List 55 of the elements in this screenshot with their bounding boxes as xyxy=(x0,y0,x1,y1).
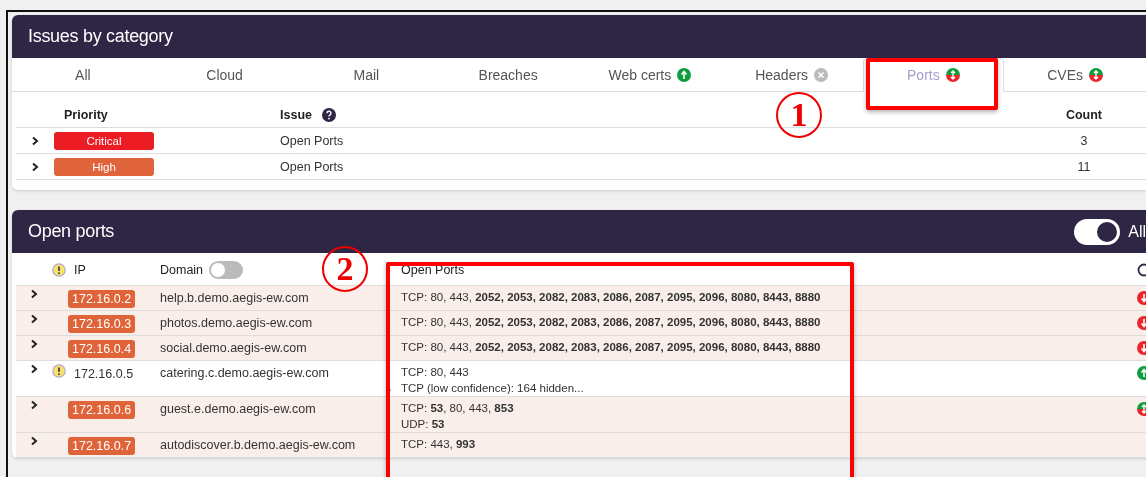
table-cell-text: photos.demo.aegis-ew.com xyxy=(159,315,314,330)
table-cell: 3 xyxy=(1080,133,1088,148)
warning-icon xyxy=(52,364,66,378)
table-cell-text: Open Ports xyxy=(280,159,345,174)
column-header: Priority xyxy=(64,107,109,122)
port-list: UDP: 53 xyxy=(401,418,1122,430)
column-header: Issue xyxy=(280,107,312,122)
port-list: TCP: 80, 443, 2052, 2053, 2082, 2083, 2086, 2087, 2095, 2096, 8080, 8443, 8880 xyxy=(401,339,1122,353)
port-list: TCP (low confidence): 164 hidden... xyxy=(401,382,1122,394)
ip-badge: 172.16.0.6 xyxy=(68,401,136,419)
priority-badge: Critical xyxy=(54,132,154,150)
panel-title: Issues by category xyxy=(28,26,174,47)
toggle-label: All xyxy=(1128,222,1146,241)
port-list: TCP: 53, 80, 443, 853 xyxy=(401,400,1122,414)
table-row[interactable]: 172.16.0.2 help.b.demo.aegis-ew.com TCP: 80, 443, 2052, 2053, 2082, 2083, 2086, 2087, 2095, 2096, 8080, 8443, 8880 xyxy=(16,286,1146,311)
table-row[interactable]: 172.16.0.5 catering.c.demo.aegis-ew.com TCP: 80, 443 TCP (low confidence): 164 hidden... xyxy=(16,361,1146,397)
port-list: TCP: 443, 993 xyxy=(401,436,1122,450)
toggle-switch[interactable] xyxy=(209,261,244,279)
column-header: Count xyxy=(1065,107,1103,122)
table-row[interactable]: 172.16.0.6 guest.e.demo.aegis-ew.com TCP: 53, 80, 443, 853 UDP: 53 xyxy=(16,397,1146,433)
toggle-switch[interactable] xyxy=(1074,218,1121,245)
ip-badge: 172.16.0.7 xyxy=(68,437,136,455)
chevron-right-icon[interactable] xyxy=(30,161,40,172)
ip-badge: 172.16.0.3 xyxy=(68,315,136,333)
column-header: Domain xyxy=(160,263,204,277)
chevron-right-icon[interactable] xyxy=(29,436,39,446)
table-cell-text: help.b.demo.aegis-ew.com xyxy=(159,290,310,305)
table-row[interactable]: 172.16.0.3 photos.demo.aegis-ew.com TCP: 80, 443, 2052, 2053, 2082, 2083, 2086, 2087, 2095, 2096, 8080, 8443, 8880 xyxy=(16,311,1146,336)
panel-title: Open ports xyxy=(28,221,116,242)
table-cell: 172.16.0.5 xyxy=(74,367,134,381)
port-list: TCP: 80, 443, 2052, 2053, 2082, 2083, 2086, 2087, 2095, 2096, 8080, 8443, 8880 xyxy=(401,289,1122,303)
chevron-right-icon[interactable] xyxy=(29,339,39,349)
table-cell-text: guest.e.demo.aegis-ew.com xyxy=(159,401,317,416)
chevron-right-icon[interactable] xyxy=(29,314,39,324)
table-cell-text: Open Ports xyxy=(280,133,345,148)
chevron-right-icon[interactable] xyxy=(29,400,39,410)
column-header: IP xyxy=(74,263,87,277)
callout-number: 2 xyxy=(322,246,368,292)
chevron-right-icon[interactable] xyxy=(29,289,39,299)
port-list: TCP: 80, 443, 2052, 2053, 2082, 2083, 2086, 2087, 2095, 2096, 8080, 8443, 8880 xyxy=(401,314,1122,328)
help-icon[interactable] xyxy=(321,107,336,122)
ip-badge: 172.16.0.4 xyxy=(68,340,136,358)
chevron-right-icon[interactable] xyxy=(29,364,39,374)
table-cell-text: social.demo.aegis-ew.com xyxy=(159,340,308,355)
port-list: TCP: 80, 443 xyxy=(401,364,1122,378)
callout-number: 1 xyxy=(776,92,822,138)
table-cell: 11 xyxy=(1077,159,1091,174)
chevron-right-icon[interactable] xyxy=(30,135,40,146)
table-cell-text: autodiscover.b.demo.aegis-ew.com xyxy=(159,437,357,452)
table-cell-text: catering.c.demo.aegis-ew.com xyxy=(159,365,330,380)
ip-badge: 172.16.0.2 xyxy=(68,290,136,308)
priority-badge: High xyxy=(54,158,154,176)
table-row[interactable]: 172.16.0.4 social.demo.aegis-ew.com TCP: 80, 443, 2052, 2053, 2082, 2083, 2086, 2087, 2095, 2096, 8080, 8443, 8880 xyxy=(16,336,1146,361)
table-row[interactable]: 172.16.0.7 autodiscover.b.demo.aegis-ew.com TCP: 443, 993 xyxy=(16,433,1146,458)
warning-icon xyxy=(52,263,66,277)
